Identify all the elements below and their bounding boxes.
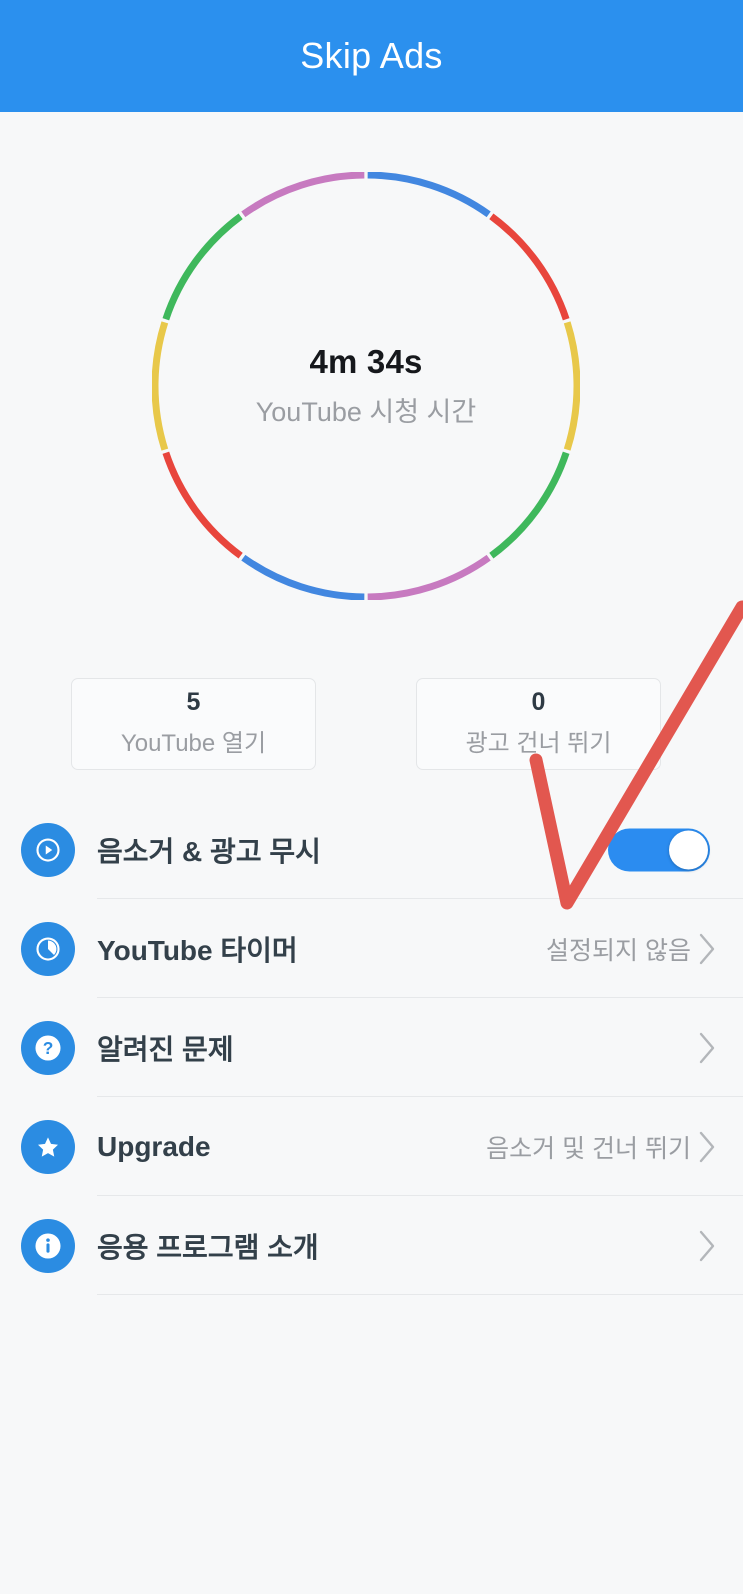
donut-segment-s4	[489, 451, 570, 559]
list-item-youtube-timer[interactable]: YouTube 타이머 설정되지 않음	[0, 899, 743, 998]
list-item-upgrade[interactable]: Upgrade 음소거 및 건너 뛰기	[0, 1097, 743, 1196]
app-root: Skip Ads 4m 34s YouTube 시청 시간 5 YouTube …	[0, 0, 743, 1594]
list-item-label: Upgrade	[97, 1130, 211, 1162]
stat-card-row: 5 YouTube 열기 0 광고 건너 뛰기	[0, 678, 743, 770]
stat-number: 0	[531, 688, 546, 716]
donut-segment-s3	[563, 321, 580, 451]
list-item-about-app[interactable]: 응용 프로그램 소개	[0, 1196, 743, 1295]
list-item-known-issues[interactable]: ? 알려진 문제	[0, 998, 743, 1097]
chevron-right-icon	[695, 1028, 719, 1068]
donut-segment-s7	[162, 451, 243, 559]
info-icon	[21, 1218, 75, 1273]
app-header-bar: Skip Ads	[0, 0, 743, 112]
list-divider	[97, 1294, 743, 1295]
list-item-label: 알려진 문제	[97, 1033, 234, 1065]
stat-card-youtube-opens[interactable]: 5 YouTube 열기	[71, 678, 316, 770]
list-item-value: 음소거 및 건너 뛰기	[486, 1134, 691, 1163]
chevron-right-icon	[695, 1127, 719, 1167]
list-item-label: YouTube 타이머	[97, 934, 298, 966]
stat-caption: YouTube 열기	[120, 730, 267, 757]
chevron-right-icon	[695, 1226, 719, 1266]
watch-time-donut-chart: 4m 34s YouTube 시청 시간	[152, 172, 580, 600]
donut-segment-s8	[152, 321, 169, 451]
mute-and-skip-ads-toggle[interactable]	[608, 828, 710, 871]
donut-segment-s1	[367, 172, 491, 218]
chevron-right-icon	[695, 929, 719, 969]
donut-segment-s6	[241, 554, 365, 600]
svg-text:?: ?	[43, 1038, 54, 1058]
list-item-value: 설정되지 않음	[546, 936, 691, 965]
donut-segment-s9	[162, 213, 243, 321]
donut-svg	[152, 172, 580, 600]
star-icon	[21, 1119, 75, 1174]
list-item-label: 음소거 & 광고 무시	[97, 835, 321, 867]
donut-segment-s10	[241, 172, 365, 218]
timer-clock-icon	[21, 921, 75, 976]
donut-segment-s2	[489, 213, 570, 321]
list-item-mute-and-skip-ads[interactable]: 음소거 & 광고 무시	[0, 800, 743, 899]
question-mark-icon: ?	[21, 1020, 75, 1075]
list-item-label: 응용 프로그램 소개	[97, 1231, 319, 1263]
play-circle-icon	[21, 822, 75, 877]
page-title: Skip Ads	[300, 35, 443, 76]
stat-card-ads-skipped[interactable]: 0 광고 건너 뛰기	[416, 678, 661, 770]
stat-number: 5	[186, 688, 201, 716]
settings-list: 음소거 & 광고 무시 YouTube 타이머 설정되지 않음 ? 알려진 문제…	[0, 800, 743, 1295]
donut-segment-s5	[367, 554, 491, 600]
toggle-knob	[669, 830, 708, 869]
stat-caption: 광고 건너 뛰기	[465, 730, 612, 757]
